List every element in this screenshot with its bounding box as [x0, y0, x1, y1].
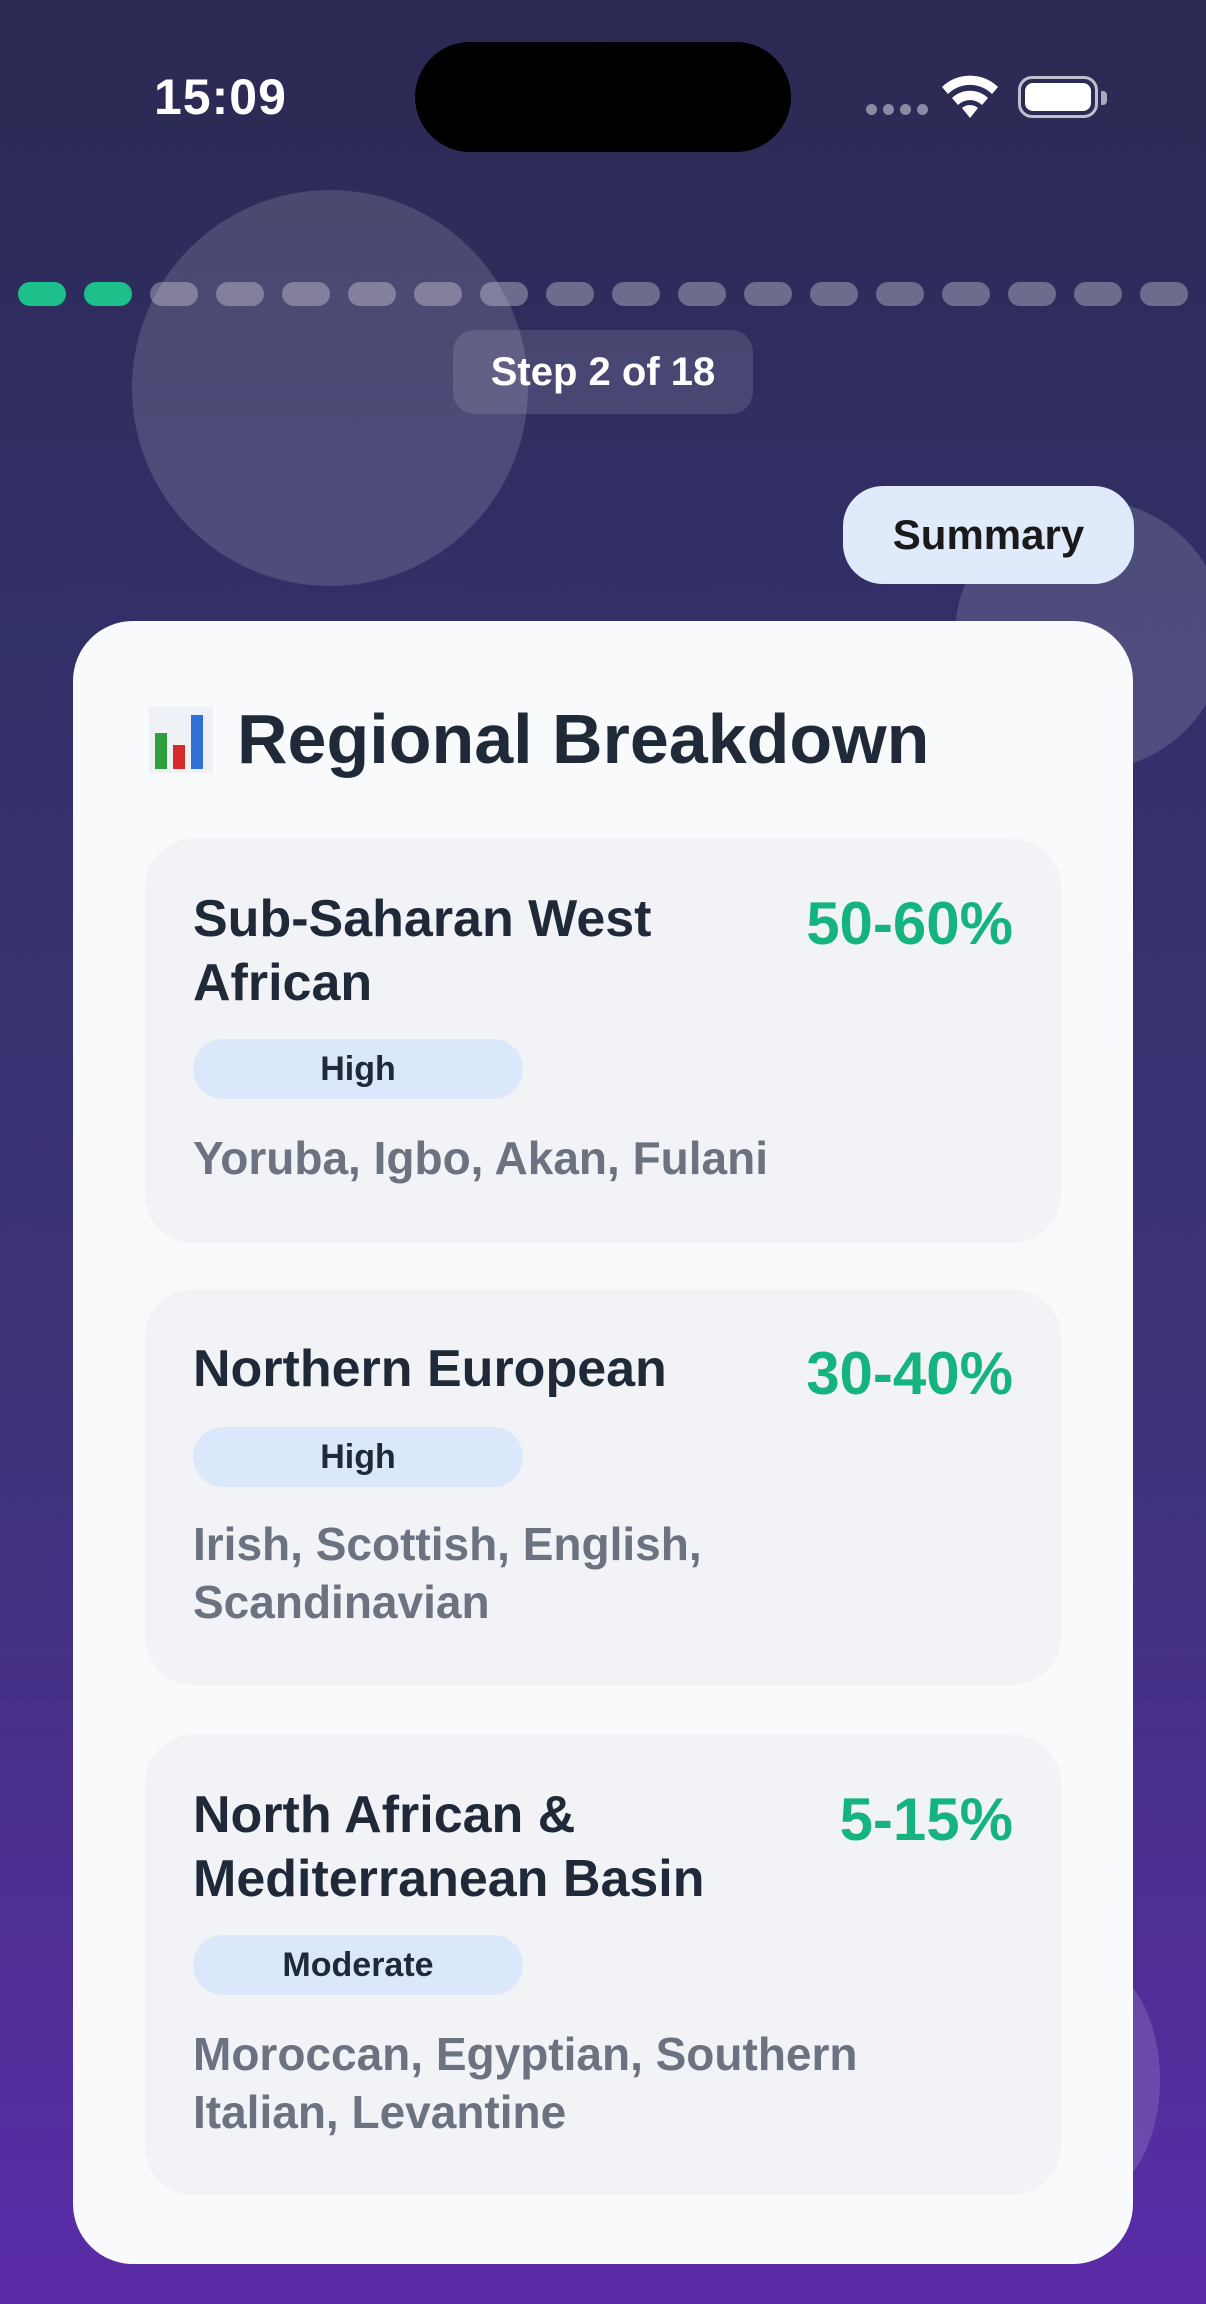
region-item[interactable]: North African & Mediterranean Basin 5-15… — [145, 1735, 1061, 2195]
region-percentage: 5-15% — [839, 1786, 1013, 1853]
regional-breakdown-card: Regional Breakdown Sub-Saharan West Afri… — [73, 621, 1133, 2264]
region-name: North African & Mediterranean Basin — [193, 1786, 705, 1908]
progress-dot — [282, 282, 330, 306]
progress-dot — [480, 282, 528, 306]
progress-dot — [348, 282, 396, 306]
region-groups: Yoruba, Igbo, Akan, Fulani — [193, 1132, 769, 1184]
confidence-badge: High — [193, 1039, 523, 1099]
status-time: 15:09 — [154, 69, 287, 125]
progress-dot — [216, 282, 264, 306]
region-item[interactable]: Sub-Saharan West African 50-60% High Yor… — [145, 839, 1061, 1243]
region-item[interactable]: Northern European 30-40% High Irish, Sco… — [145, 1289, 1061, 1685]
card-title: Regional Breakdown — [237, 700, 930, 778]
progress-dot — [414, 282, 462, 306]
region-groups: Moroccan, Egyptian, Southern Italian, Le… — [193, 2028, 858, 2138]
card-header: Regional Breakdown — [149, 699, 929, 779]
progress-dot — [612, 282, 660, 306]
progress-dot — [546, 282, 594, 306]
region-percentage: 30-40% — [806, 1340, 1013, 1407]
progress-dot — [18, 282, 66, 306]
dynamic-island — [415, 42, 791, 152]
step-progress-indicator — [18, 282, 1188, 306]
progress-dot — [1140, 282, 1188, 306]
progress-dot — [1008, 282, 1056, 306]
summary-button[interactable]: Summary — [843, 486, 1134, 584]
confidence-badge: High — [193, 1427, 523, 1487]
progress-dot — [876, 282, 924, 306]
region-name: Sub-Saharan West African — [193, 890, 652, 1012]
progress-dot — [84, 282, 132, 306]
progress-dot — [150, 282, 198, 306]
step-counter: Step 2 of 18 — [453, 330, 753, 414]
progress-dot — [678, 282, 726, 306]
region-name: Northern European — [193, 1340, 667, 1398]
region-percentage: 50-60% — [806, 890, 1013, 957]
progress-dot — [942, 282, 990, 306]
progress-dot — [1074, 282, 1122, 306]
region-groups: Irish, Scottish, English, Scandinavian — [193, 1518, 702, 1628]
battery-icon — [1018, 76, 1107, 118]
bar-chart-icon — [149, 707, 213, 773]
progress-dot — [810, 282, 858, 306]
wifi-icon — [942, 75, 998, 118]
cellular-signal-icon — [866, 104, 928, 115]
progress-dot — [744, 282, 792, 306]
confidence-badge: Moderate — [193, 1935, 523, 1995]
